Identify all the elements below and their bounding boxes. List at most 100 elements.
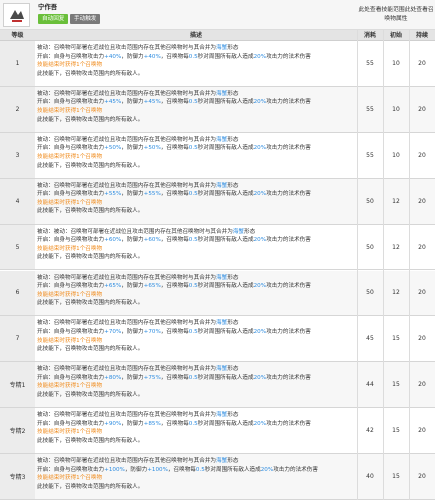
desc-dmg: 20%	[253, 191, 267, 198]
desc-form: 海蟹	[216, 136, 228, 143]
desc-form-suffix: 形态	[227, 182, 239, 189]
desc-form-suffix: 形态	[227, 458, 239, 465]
desc-tail: 此技能下，召唤物攻击范围内的所有敌人。	[37, 483, 144, 490]
desc-active-a: 开启：自身与召唤物攻击力	[37, 283, 105, 290]
desc-form: 海蟹	[216, 45, 228, 51]
desc-note: 技能结束时获得1个召唤物	[37, 153, 103, 160]
trigger-badge: 手动触发	[70, 14, 101, 24]
desc-active-d: 秒对周围所有敌人造成	[197, 145, 254, 152]
row-dur: 20	[418, 197, 426, 205]
desc-active-e: 攻击力的法术伤害	[266, 53, 311, 60]
desc-active-e: 攻击力的法术伤害	[266, 191, 311, 198]
row-description: 被动：召唤物可部署在近战位且攻击范围内存在其他召唤物时与其合并为海蟹形态 开启：自…	[37, 457, 357, 491]
row-init: 15	[392, 473, 400, 481]
table-row: 1 被动：召唤物可部署在近战位且攻击范围内存在其他召唤物时与其合并为海蟹形态 开启：…	[0, 41, 435, 87]
desc-active-e: 攻击力的法术伤害	[266, 420, 311, 427]
desc-active-b: ，防御力	[124, 466, 148, 473]
row-init: 12	[392, 289, 400, 297]
desc-def: +85%	[143, 420, 161, 427]
desc-active-a: 开启：自身与召唤物攻击力	[37, 466, 105, 473]
desc-def: +70%	[143, 328, 161, 335]
desc-active-c: ，召唤物每	[160, 328, 189, 335]
desc-tail: 此技能下，召唤物攻击范围内的所有敌人。	[37, 208, 144, 215]
row-description: 被动：召唤物可部署在近战位且攻击范围内存在其他召唤物时与其合并为海蟹形态 开启：自…	[37, 136, 357, 170]
desc-dmg: 20%	[253, 99, 267, 106]
desc-active-b: ，防御力	[121, 53, 144, 60]
desc-form-suffix: 形态	[227, 274, 239, 281]
row-level: 专精1	[0, 362, 35, 408]
desc-def: +100%	[147, 466, 168, 473]
desc-passive: 被动：召唤物可部署在近战位且攻击范围内存在其他召唤物时与其合并为	[37, 320, 217, 327]
desc-form: 海蟹	[216, 274, 228, 281]
desc-sec: 0.5	[188, 99, 198, 106]
desc-atk: +45%	[104, 99, 122, 106]
table-header: 等级 描述 消耗 初始 持续	[0, 30, 435, 41]
table-row: 3 被动：召唤物可部署在近战位且攻击范围内存在其他召唤物时与其合并为海蟹形态 开启：…	[0, 132, 435, 179]
desc-active-a: 开启：自身与召唤物攻击力	[37, 99, 105, 106]
row-dur: 20	[418, 473, 426, 481]
desc-sec: 0.5	[188, 328, 198, 335]
desc-passive: 被动：召唤物可部署在近战位且攻击范围内存在其他召唤物时与其合并为	[37, 274, 217, 281]
desc-form-suffix: 形态	[227, 90, 239, 97]
desc-passive: 被动：召唤物可部署在近战位且攻击范围内存在其他召唤物时与其合并为	[37, 45, 217, 51]
row-description: 被动：召唤物可部署在近战位且攻击范围内存在其他召唤物时与其合并为海蟹形态 开启：自…	[37, 411, 357, 445]
desc-active-a: 开启：自身与召唤物攻击力	[37, 237, 105, 244]
row-cost: 55	[366, 59, 374, 67]
row-dur: 20	[418, 427, 426, 435]
header-level: 等级	[11, 32, 24, 39]
desc-passive: 被动：召唤物可部署在近战位且攻击范围内存在其他召唤物时与其合并为	[37, 412, 217, 419]
range-link[interactable]: 此处查看技能范围此处查看召唤物属性	[357, 6, 435, 24]
row-level: 7	[0, 316, 35, 362]
row-init: 15	[392, 427, 400, 435]
desc-sec: 0.5	[188, 283, 198, 290]
row-level: 6	[0, 270, 35, 316]
desc-note: 技能结束时获得1个召唤物	[37, 475, 103, 482]
row-dur: 20	[418, 289, 426, 297]
table-row: 7 被动：召唤物可部署在近战位且攻击范围内存在其他召唤物时与其合并为海蟹形态 开启：…	[0, 316, 435, 363]
row-init: 10	[392, 105, 400, 113]
column-divider	[383, 30, 384, 500]
row-dur: 20	[418, 243, 426, 251]
desc-active-d: 秒对周围所有敌人造成	[197, 191, 254, 198]
row-cost: 45	[366, 335, 374, 343]
header-duration: 持续	[415, 32, 428, 39]
desc-tail: 此技能下，召唤物攻击范围内的所有敌人。	[37, 300, 144, 307]
desc-active-a: 开启：自身与召唤物攻击力	[37, 145, 105, 152]
desc-dmg: 20%	[253, 374, 267, 381]
row-level: 1	[0, 41, 35, 86]
desc-active-e: 攻击力的法术伤害	[266, 145, 311, 152]
desc-def: +45%	[143, 99, 161, 106]
desc-active-c: ，召唤物每	[160, 420, 189, 427]
desc-tail: 此技能下，召唤物攻击范围内的所有敌人。	[37, 254, 144, 261]
desc-form-suffix: 形态	[227, 412, 239, 419]
desc-active-c: ，召唤物每	[160, 237, 189, 244]
desc-passive: 被动：被动：召唤物可部署在近战位且攻击范围内存在其他召唤物时与其合并为	[37, 228, 233, 235]
desc-tail: 此技能下，召唤物攻击范围内的所有敌人。	[37, 116, 144, 123]
desc-sec: 0.5	[188, 53, 198, 60]
desc-active-b: ，防御力	[121, 374, 144, 381]
row-init: 10	[392, 151, 400, 159]
desc-active-b: ，防御力	[121, 328, 144, 335]
row-cost: 55	[366, 105, 374, 113]
desc-form: 海蟹	[216, 320, 228, 327]
row-level: 3	[0, 132, 35, 178]
desc-active-d: 秒对周围所有敌人造成	[197, 237, 254, 244]
row-init: 15	[392, 381, 400, 389]
row-init: 12	[392, 197, 400, 205]
desc-active-d: 秒对周围所有敌人造成	[197, 374, 254, 381]
desc-passive: 被动：召唤物可部署在近战位且攻击范围内存在其他召唤物时与其合并为	[37, 182, 217, 189]
desc-atk: +50%	[104, 145, 122, 152]
desc-active-a: 开启：自身与召唤物攻击力	[37, 328, 105, 335]
desc-note: 技能结束时获得1个召唤物	[37, 337, 103, 344]
desc-note: 技能结束时获得1个召唤物	[37, 245, 103, 252]
row-cost: 50	[366, 243, 374, 251]
desc-active-c: ，召唤物每	[160, 99, 189, 106]
desc-active-a: 开启：自身与召唤物攻击力	[37, 420, 105, 427]
desc-note: 技能结束时获得1个召唤物	[37, 429, 103, 436]
desc-atk: +80%	[104, 374, 122, 381]
desc-active-e: 攻击力的法术伤害	[273, 466, 318, 473]
row-level: 2	[0, 86, 35, 132]
desc-form: 海蟹	[232, 228, 244, 235]
desc-dmg: 20%	[253, 420, 267, 427]
desc-dmg: 20%	[253, 145, 267, 152]
